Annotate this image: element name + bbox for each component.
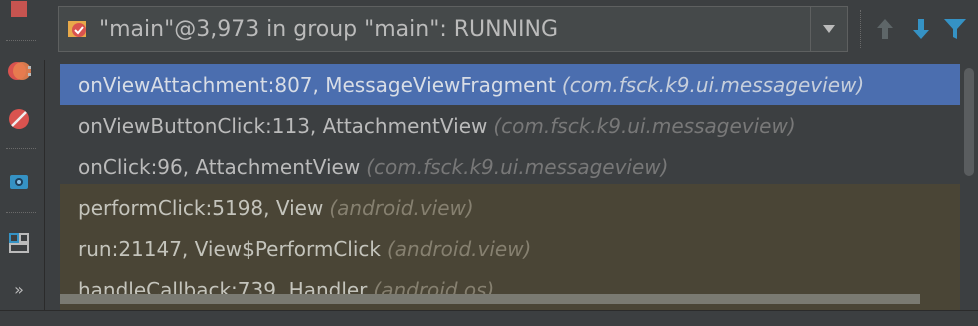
thread-selector[interactable]: "main"@3,973 in group "main": RUNNING xyxy=(58,6,848,52)
frames-list: onViewAttachment:807, MessageViewFragmen… xyxy=(60,60,960,310)
stop-icon[interactable] xyxy=(4,0,34,24)
toolstrip-divider xyxy=(6,148,36,149)
frame-row[interactable]: onViewButtonClick:113, AttachmentView (c… xyxy=(60,105,960,146)
frame-row[interactable]: onClick:96, AttachmentView (com.fsck.k9.… xyxy=(60,146,960,187)
frame-row[interactable]: run:21147, View$PerformClick (android.vi… xyxy=(60,228,960,269)
frame-package: (com.fsck.k9.ui.messageview) xyxy=(493,113,796,138)
horizontal-scroll-thumb[interactable] xyxy=(60,294,920,304)
toolstrip-divider xyxy=(6,212,36,213)
vertical-scroll-thumb[interactable] xyxy=(964,68,974,176)
arrow-down-icon[interactable] xyxy=(906,12,936,46)
thread-header: "main"@3,973 in group "main": RUNNING xyxy=(44,0,978,60)
triangle-down-icon[interactable] xyxy=(810,7,847,51)
frame-method: run:21147, View$PerformClick xyxy=(78,236,381,261)
layout-icon[interactable] xyxy=(4,228,34,258)
frame-package: (android.view) xyxy=(329,195,474,220)
frame-method: performClick:5198, View xyxy=(78,195,324,220)
frame-method: onViewButtonClick:113, AttachmentView xyxy=(78,113,488,138)
camera-icon[interactable] xyxy=(4,166,34,196)
view-breakpoints-icon[interactable] xyxy=(4,56,34,86)
debug-toolstrip: » xyxy=(0,0,45,326)
frame-row[interactable]: onViewAttachment:807, MessageViewFragmen… xyxy=(60,64,960,105)
filter-icon[interactable] xyxy=(940,12,970,46)
frames-panel: » "main"@3,973 in group "main": RUNNING xyxy=(0,0,978,326)
thread-status-icon xyxy=(67,18,89,40)
frame-package: (com.fsck.k9.ui.messageview) xyxy=(561,72,865,97)
bottom-toolbar xyxy=(0,310,978,326)
frame-method: onViewAttachment:807, MessageViewFragmen… xyxy=(78,72,556,97)
mute-breakpoints-icon[interactable] xyxy=(4,104,34,134)
toolbar-divider xyxy=(860,10,861,48)
frame-package: (android.view) xyxy=(387,236,532,261)
toolstrip-divider xyxy=(6,40,36,41)
horizontal-scrollbar[interactable] xyxy=(60,292,960,306)
frame-row[interactable]: performClick:5198, View (android.view) xyxy=(60,187,960,228)
vertical-scrollbar[interactable] xyxy=(960,60,978,310)
more-icon[interactable]: » xyxy=(4,274,34,304)
arrow-up-icon[interactable] xyxy=(870,12,900,46)
more-label: » xyxy=(14,279,24,299)
thread-label: "main"@3,973 in group "main": RUNNING xyxy=(99,16,559,42)
frame-method: onClick:96, AttachmentView xyxy=(78,154,361,179)
frame-package: (com.fsck.k9.ui.messageview) xyxy=(366,154,669,179)
